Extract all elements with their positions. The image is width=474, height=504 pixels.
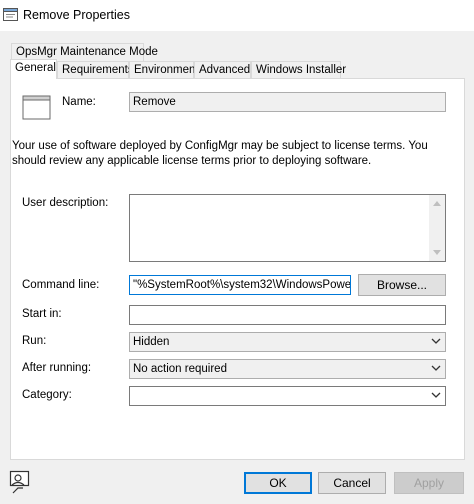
after-running-label: After running: [22, 362, 92, 374]
name-field[interactable]: Remove [129, 92, 446, 112]
chevron-down-icon [431, 392, 441, 398]
browse-button[interactable]: Browse... [358, 274, 446, 296]
category-select[interactable] [129, 386, 446, 406]
tab-requirements[interactable]: Requirements [57, 61, 134, 79]
run-label: Run: [22, 335, 47, 347]
ok-button[interactable]: OK [244, 472, 312, 494]
after-running-select-value: No action required [133, 363, 227, 375]
start-in-label: Start in: [22, 308, 62, 320]
tab-advanced[interactable]: Advanced [194, 61, 251, 79]
apply-button[interactable]: Apply [394, 472, 464, 494]
category-label: Category: [22, 389, 72, 401]
user-description-scrollbar[interactable] [429, 195, 445, 261]
chevron-down-icon [431, 338, 441, 344]
tab-windows-installer[interactable]: Windows Installer [251, 61, 346, 79]
tab-environment[interactable]: Environment [129, 61, 199, 79]
title-bar: Remove Properties [0, 0, 474, 31]
cancel-button[interactable]: Cancel [318, 472, 386, 494]
run-select-value: Hidden [133, 336, 170, 348]
license-notice: Your use of software deployed by ConfigM… [12, 140, 428, 167]
command-line-label: Command line: [22, 279, 100, 291]
user-help-icon[interactable] [9, 470, 31, 494]
start-in-input[interactable] [129, 305, 446, 325]
command-line-input[interactable]: "%SystemRoot%\system32\WindowsPowerShell [129, 275, 351, 295]
run-select[interactable]: Hidden [129, 332, 446, 352]
user-description-textarea[interactable] [129, 194, 446, 262]
tab-general[interactable]: General [10, 59, 57, 79]
after-running-select[interactable]: No action required [129, 359, 446, 379]
scroll-up-arrow-icon[interactable] [433, 200, 441, 206]
program-icon [22, 95, 51, 120]
chevron-down-icon [431, 365, 441, 371]
scroll-down-arrow-icon[interactable] [433, 250, 441, 256]
window-title: Remove Properties [23, 8, 130, 22]
user-description-label: User description: [22, 197, 109, 209]
name-label: Name: [62, 96, 96, 108]
properties-window-icon [3, 8, 18, 21]
